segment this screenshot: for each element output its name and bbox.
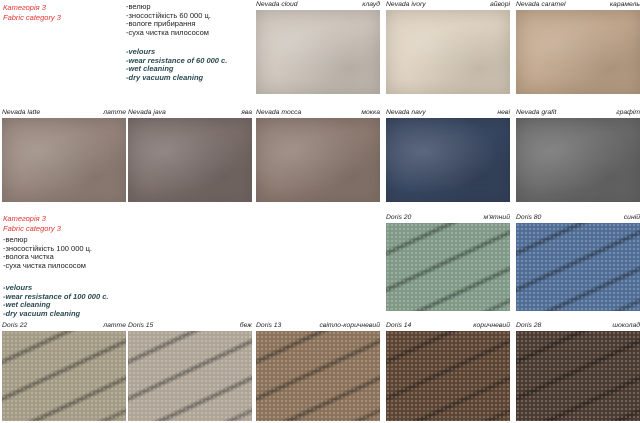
swatch-tile-nevada-ivory[interactable]: Nevada ivory айворі — [386, 0, 510, 94]
category-title-ua: Категорія 3 — [3, 3, 46, 12]
swatch-tile-doris-13[interactable]: Doris 13 світло-коричневий — [256, 321, 380, 421]
swatch-caption: Doris 22 латте — [2, 321, 126, 331]
swatch-caption: Nevada navy неві — [386, 108, 510, 118]
fabric-swatch — [128, 331, 252, 421]
swatch-name: Nevada cloud — [256, 1, 298, 8]
swatch-name: Doris 80 — [516, 214, 542, 221]
swatch-tile-nevada-java[interactable]: Nevada java ява — [128, 108, 252, 202]
swatch-name: Doris 20 — [386, 214, 412, 221]
swatch-tile-nevada-cloud[interactable]: Nevada cloud клауд — [256, 0, 380, 94]
swatch-tile-doris-28[interactable]: Doris 28 шоколад — [516, 321, 640, 421]
swatch-caption: Doris 14 коричневий — [386, 321, 510, 331]
swatch-name-ua: карамель — [609, 1, 640, 8]
swatch-tile-nevada-caramel[interactable]: Nevada caramel карамель — [516, 0, 640, 94]
swatch-name: Nevada mocca — [256, 109, 302, 116]
swatch-name-ua: латте — [103, 109, 126, 116]
fabric-swatch — [256, 10, 380, 94]
swatch-caption: Doris 15 беж — [128, 321, 252, 331]
property-line: -dry vacuum cleaning — [3, 308, 81, 318]
fabric-swatch — [128, 118, 252, 202]
swatch-tile-doris-15[interactable]: Doris 15 беж — [128, 321, 252, 421]
swatch-name: Doris 15 — [128, 322, 154, 329]
swatch-name-ua: клауд — [362, 1, 380, 8]
fabric-swatch — [516, 331, 640, 421]
swatch-name: Nevada java — [128, 109, 166, 116]
swatch-name: Nevada latte — [2, 109, 41, 116]
swatch-caption: Nevada java ява — [128, 108, 252, 118]
swatch-caption: Doris 28 шоколад — [516, 321, 640, 331]
swatch-tile-nevada-navy[interactable]: Nevada navy неві — [386, 108, 510, 202]
properties-en: -velours -wear resistance of 60 000 c. -… — [126, 47, 227, 82]
swatch-name-ua: світло-коричневий — [319, 322, 380, 329]
swatch-tile-doris-14[interactable]: Doris 14 коричневий — [386, 321, 510, 421]
fabric-swatch — [386, 10, 510, 94]
swatch-name-ua: м'ятний — [483, 214, 510, 221]
swatch-name: Nevada grafit — [516, 109, 557, 116]
swatch-caption: Nevada cloud клауд — [256, 0, 380, 10]
swatch-caption: Doris 80 синій — [516, 213, 640, 223]
swatch-name: Doris 14 — [386, 322, 412, 329]
swatch-name: Doris 22 — [2, 322, 28, 329]
swatch-name: Doris 28 — [516, 322, 542, 329]
swatch-name-ua: графіт — [616, 109, 640, 116]
swatch-caption: Nevada latte латте — [2, 108, 126, 118]
properties-ua: -велюр -зносостійкість 100 000 ц. -волог… — [3, 235, 92, 270]
swatch-tile-nevada-mocca[interactable]: Nevada mocca мокка — [256, 108, 380, 202]
swatch-caption: Doris 20 м'ятний — [386, 213, 510, 223]
properties-en: -velours -wear resistance of 100 000 c. … — [3, 283, 108, 318]
fabric-swatch — [2, 331, 126, 421]
swatch-name-ua: неві — [497, 109, 510, 116]
swatch-tile-doris-20[interactable]: Doris 20 м'ятний — [386, 213, 510, 311]
fabric-swatch — [516, 10, 640, 94]
swatch-tile-nevada-grafit[interactable]: Nevada grafit графіт — [516, 108, 640, 202]
fabric-swatch — [516, 118, 640, 202]
swatch-tile-nevada-latte[interactable]: Nevada latte латте — [2, 108, 126, 202]
swatch-name-ua: латте — [103, 322, 126, 329]
property-line: -суха чистка пилососом — [3, 260, 86, 270]
swatch-name: Nevada caramel — [516, 1, 566, 8]
swatch-caption: Nevada grafit графіт — [516, 108, 640, 118]
swatch-caption: Nevada mocca мокка — [256, 108, 380, 118]
fabric-swatch — [386, 331, 510, 421]
fabric-swatch — [516, 223, 640, 311]
swatch-name: Nevada ivory — [386, 1, 426, 8]
swatch-caption: Nevada ivory айворі — [386, 0, 510, 10]
property-line: -dry vacuum cleaning — [126, 72, 204, 82]
fabric-swatch — [256, 331, 380, 421]
property-line: -суха чистка пилососом — [126, 27, 209, 37]
fabric-swatch — [256, 118, 380, 202]
swatch-tile-doris-22[interactable]: Doris 22 латте — [2, 321, 126, 421]
swatch-name-ua: айворі — [489, 1, 510, 8]
swatch-caption: Nevada caramel карамель — [516, 0, 640, 10]
swatch-name-ua: беж — [239, 322, 252, 329]
category-title-ua: Категорія 3 — [3, 214, 46, 223]
swatch-name: Nevada navy — [386, 109, 426, 116]
properties-ua: -велюр -зносостійкість 60 000 ц. -вологе… — [126, 2, 211, 37]
swatch-name-ua: синій — [623, 214, 640, 221]
category-title-en: Fabric category 3 — [3, 13, 61, 22]
swatch-caption: Doris 13 світло-коричневий — [256, 321, 380, 331]
swatch-tile-doris-80[interactable]: Doris 80 синій — [516, 213, 640, 311]
swatch-name-ua: шоколад — [612, 322, 640, 329]
swatch-name-ua: коричневий — [473, 322, 510, 329]
swatch-name-ua: мокка — [361, 109, 380, 116]
fabric-swatch — [386, 118, 510, 202]
category-title-en: Fabric category 3 — [3, 224, 61, 233]
fabric-swatch — [386, 223, 510, 311]
swatch-name-ua: ява — [241, 109, 252, 116]
fabric-swatch — [2, 118, 126, 202]
swatch-name: Doris 13 — [256, 322, 282, 329]
